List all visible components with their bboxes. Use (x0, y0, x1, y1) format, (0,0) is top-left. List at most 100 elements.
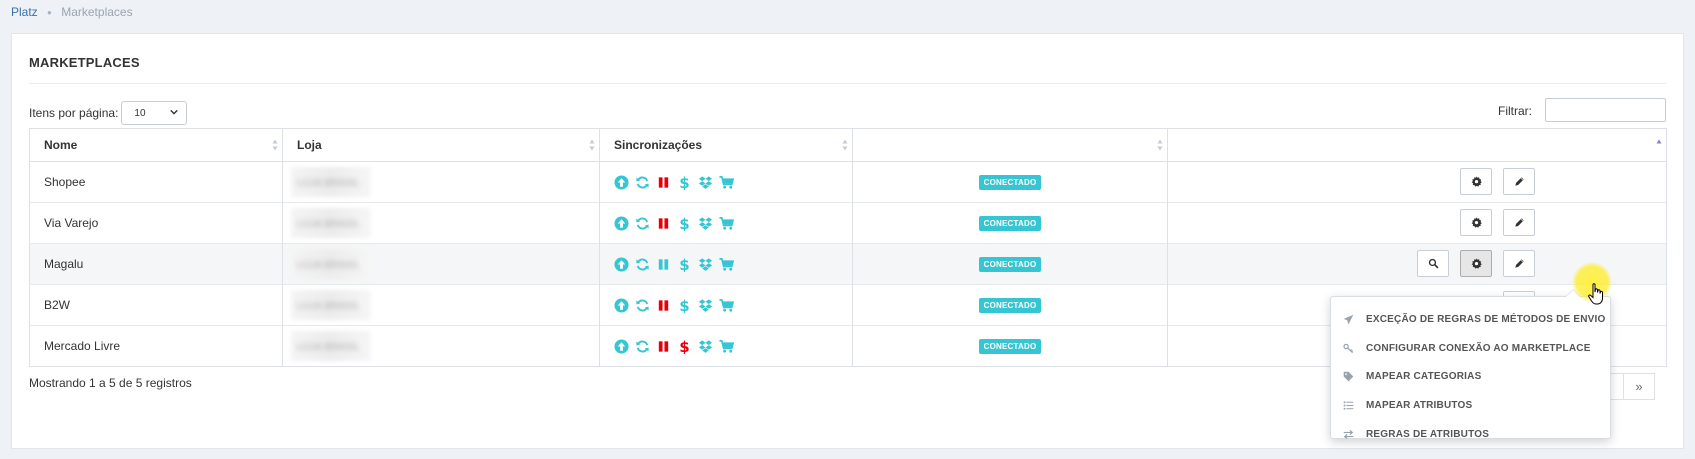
menu-item-map-attributes[interactable]: MAPEAR ATRIBUTOS (1343, 395, 1472, 415)
cell-actions (1167, 161, 1667, 203)
items-per-page-select[interactable]: 10 (121, 101, 188, 125)
column-header-actions[interactable] (1167, 128, 1667, 162)
dollar-icon[interactable] (677, 298, 692, 313)
edit-button[interactable] (1503, 168, 1535, 195)
column-header-label: Sincronizações (614, 138, 703, 152)
column-header-label: Nome (44, 138, 78, 152)
column-header-loja[interactable]: Loja (282, 128, 600, 162)
upload-icon[interactable] (614, 339, 629, 354)
settings-button[interactable] (1460, 209, 1492, 236)
view-button[interactable] (1417, 250, 1449, 277)
cart-icon[interactable] (719, 216, 734, 231)
cart-icon[interactable] (719, 257, 734, 272)
upload-icon[interactable] (614, 175, 629, 190)
cell-nome: Magalu (29, 243, 283, 285)
paper-plane-icon (1343, 314, 1354, 325)
key-icon (1343, 343, 1354, 354)
upload-icon[interactable] (614, 257, 629, 272)
cell-sync (599, 325, 853, 367)
breadcrumb-home-link[interactable]: Platz (11, 5, 38, 19)
pencil-icon (1514, 176, 1525, 187)
dollar-icon[interactable] (677, 216, 692, 231)
dropbox-icon[interactable] (698, 339, 713, 354)
pencil-icon (1514, 217, 1525, 228)
dollar-icon[interactable] (677, 339, 692, 354)
dropbox-icon[interactable] (698, 216, 713, 231)
table-row: Shopee LOJA BRASIL CONECTADO (29, 161, 1667, 203)
pause-icon[interactable] (656, 175, 671, 190)
refresh-icon[interactable] (635, 216, 650, 231)
cell-loja: LOJA BRASIL (282, 325, 600, 367)
table-row: Magalu LOJA BRASIL CONECTADO (29, 243, 1667, 285)
refresh-icon[interactable] (635, 257, 650, 272)
breadcrumb-separator-icon: ● (47, 8, 52, 17)
dollar-icon[interactable] (677, 175, 692, 190)
store-name: LOJA BRASIL (297, 219, 360, 230)
pause-icon[interactable] (656, 339, 671, 354)
column-header-nome[interactable]: Nome (29, 128, 283, 162)
blurred-store-name: LOJA BRASIL (291, 331, 371, 361)
status-badge: CONECTADO (978, 298, 1042, 313)
pause-icon[interactable] (656, 298, 671, 313)
pause-icon[interactable] (656, 257, 671, 272)
refresh-icon[interactable] (635, 298, 650, 313)
dropbox-icon[interactable] (698, 175, 713, 190)
edit-button[interactable] (1503, 209, 1535, 236)
upload-icon[interactable] (614, 216, 629, 231)
page-title: MARKETPLACES (29, 55, 140, 70)
column-header-status[interactable] (852, 128, 1168, 162)
menu-item-attribute-rules[interactable]: REGRAS DE ATRIBUTOS (1343, 424, 1489, 444)
menu-item-label: CONFIGURAR CONEXÃO AO MARKETPLACE (1366, 342, 1591, 354)
upload-icon[interactable] (614, 298, 629, 313)
search-icon (1428, 258, 1439, 269)
cart-icon[interactable] (719, 175, 734, 190)
table-row: Via Varejo LOJA BRASIL CONECTADO (29, 202, 1667, 244)
dropbox-icon[interactable] (698, 298, 713, 313)
gear-icon (1471, 258, 1482, 269)
chevron-down-icon (170, 109, 179, 115)
cell-status: CONECTADO (852, 161, 1168, 203)
records-info: Mostrando 1 a 5 de 5 registros (29, 376, 192, 390)
cell-actions (1167, 202, 1667, 244)
blurred-store-name: LOJA BRASIL (291, 249, 371, 279)
cell-status: CONECTADO (852, 284, 1168, 326)
cell-status: CONECTADO (852, 243, 1168, 285)
items-per-page: Itens por página: 10 (29, 101, 188, 125)
column-header-sincronizacoes[interactable]: Sincronizações (599, 128, 853, 162)
menu-item-label: MAPEAR CATEGORIAS (1366, 370, 1482, 382)
title-divider (29, 83, 1666, 84)
cell-sync (599, 161, 853, 203)
pencil-icon (1514, 258, 1525, 269)
pause-icon[interactable] (656, 216, 671, 231)
last-page-button[interactable]: » (1623, 373, 1655, 400)
items-per-page-value: 10 (134, 107, 146, 119)
cell-sync (599, 243, 853, 285)
hand-cursor-icon (1588, 283, 1603, 305)
store-name: LOJA BRASIL (297, 342, 360, 353)
status-badge: CONECTADO (978, 175, 1042, 190)
status-badge: CONECTADO (978, 257, 1042, 272)
settings-button[interactable] (1460, 250, 1492, 277)
edit-button[interactable] (1503, 250, 1535, 277)
cart-icon[interactable] (719, 298, 734, 313)
menu-item-shipping-rules-exception[interactable]: EXCEÇÃO DE REGRAS DE MÉTODOS DE ENVIO (1343, 309, 1605, 329)
dollar-icon[interactable] (677, 257, 692, 272)
menu-item-map-categories[interactable]: MAPEAR CATEGORIAS (1343, 366, 1481, 386)
refresh-icon[interactable] (635, 175, 650, 190)
store-name: LOJA BRASIL (297, 178, 360, 189)
cell-sync (599, 284, 853, 326)
filter-input[interactable] (1545, 98, 1666, 122)
settings-button[interactable] (1460, 168, 1492, 195)
dropbox-icon[interactable] (698, 257, 713, 272)
cell-loja: LOJA BRASIL (282, 202, 600, 244)
menu-item-label: MAPEAR ATRIBUTOS (1366, 399, 1473, 411)
items-per-page-label: Itens por página: (29, 106, 119, 120)
cell-nome: Shopee (29, 161, 283, 203)
refresh-icon[interactable] (635, 339, 650, 354)
menu-item-configure-connection[interactable]: CONFIGURAR CONEXÃO AO MARKETPLACE (1343, 338, 1591, 358)
sort-icon (1157, 139, 1163, 151)
breadcrumb-current: Marketplaces (61, 5, 133, 19)
cart-icon[interactable] (719, 339, 734, 354)
menu-item-label: REGRAS DE ATRIBUTOS (1366, 428, 1490, 440)
cell-loja: LOJA BRASIL (282, 243, 600, 285)
